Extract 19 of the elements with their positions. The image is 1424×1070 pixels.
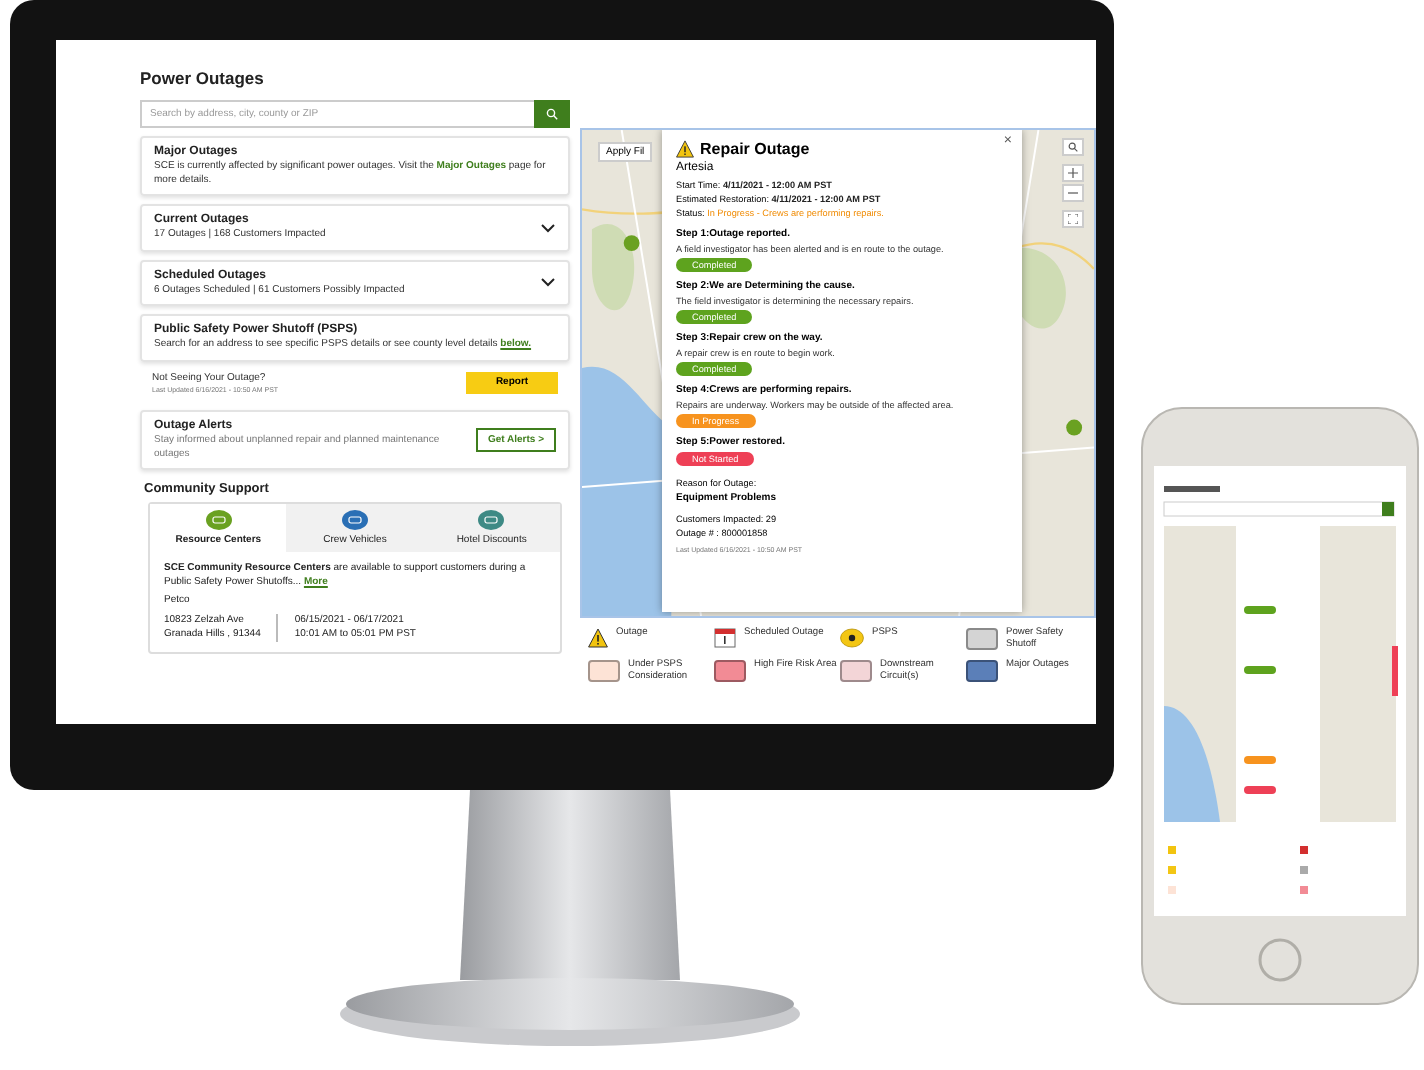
minus-icon bbox=[1068, 188, 1078, 198]
calendar-icon bbox=[714, 628, 736, 648]
fullscreen-icon bbox=[1068, 214, 1078, 224]
warning-icon bbox=[588, 628, 608, 648]
search-button[interactable] bbox=[534, 100, 570, 128]
search-button[interactable] bbox=[1062, 138, 1084, 156]
zoom-out-button[interactable] bbox=[1062, 184, 1084, 202]
tab-glyph-icon bbox=[347, 516, 362, 524]
popup-title: Repair Outage bbox=[700, 140, 810, 158]
zoom-in-button[interactable] bbox=[1062, 164, 1084, 182]
psps-icon bbox=[840, 628, 864, 648]
page-title: Power Outages bbox=[140, 68, 266, 88]
search-icon bbox=[546, 108, 558, 120]
tab-glyph-icon bbox=[211, 516, 226, 524]
fullscreen-button[interactable] bbox=[1062, 210, 1084, 228]
tab-glyph-icon bbox=[484, 516, 499, 524]
plus-icon bbox=[1068, 168, 1078, 178]
search-icon bbox=[1068, 142, 1078, 152]
warning-icon bbox=[676, 140, 694, 158]
